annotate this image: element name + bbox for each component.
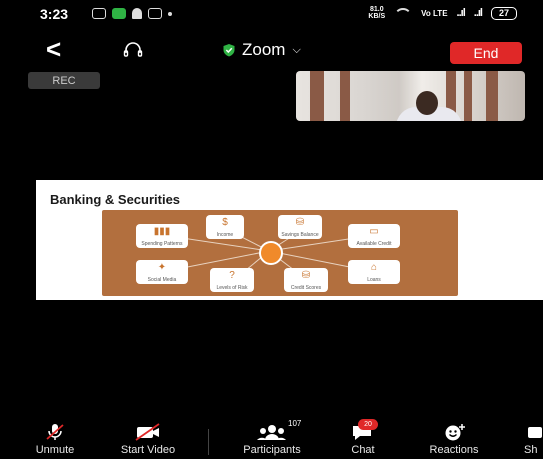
audio-headset-icon[interactable]	[123, 42, 143, 58]
status-bar: 3:23 81.0 KB/S Vo LTE ..ıl ..ıl 27	[0, 0, 543, 30]
node-credit-scores: ⛁ Credit Scores	[284, 268, 328, 292]
volte-icon: Vo LTE	[421, 8, 448, 18]
chat-unread-badge: 20	[358, 419, 378, 430]
curtain-stripe	[486, 71, 498, 121]
question-mark-icon: ?	[229, 270, 235, 281]
participants-count: 107	[288, 419, 302, 428]
node-label: Spending Patterns	[141, 241, 183, 247]
curtain-stripe	[340, 71, 350, 121]
chevron-down-icon: ⌵	[292, 43, 301, 56]
start-video-label: Start Video	[120, 444, 176, 456]
notification-icons	[92, 8, 172, 19]
video-camera-off-icon	[135, 423, 160, 441]
bar-chart-icon: ▮▮▮	[153, 226, 171, 237]
more-notifications-dot-icon	[168, 11, 172, 16]
unmute-label: Unmute	[35, 444, 75, 456]
node-label: Credit Scores	[290, 285, 322, 291]
wifi-icon	[394, 7, 413, 19]
meeting-toolbar: Unmute Start Video 107 Participants 20 C…	[0, 419, 543, 459]
curtain-stripe	[310, 71, 324, 121]
slide-diagram: ▮▮▮ Spending Patterns $ Income ⛁ Savings…	[102, 210, 458, 296]
reactions-smiley-icon	[445, 424, 465, 441]
reactions-label: Reactions	[429, 444, 479, 456]
reactions-button[interactable]: Reactions	[414, 423, 494, 459]
status-time: 3:23	[40, 6, 69, 22]
battery-level: 27	[498, 8, 509, 18]
coins-icon: ⛁	[295, 217, 305, 228]
twitter-bird-icon: ✦	[157, 262, 167, 273]
node-label: Available Credit	[356, 241, 392, 247]
system-indicators: 81.0 KB/S Vo LTE ..ıl ..ıl 27	[368, 6, 517, 20]
network-speed-unit: KB/S	[368, 13, 386, 20]
house-icon: ⌂	[370, 262, 378, 273]
meeting-top-bar: < Zoom ⌵ End	[0, 30, 543, 70]
bell-notification-icon	[132, 8, 142, 19]
back-icon[interactable]: <	[46, 36, 61, 62]
shield-check-icon	[223, 44, 235, 57]
slide-title: Banking & Securities	[50, 192, 181, 207]
share-screen-icon	[528, 427, 542, 438]
network-speed: 81.0 KB/S	[368, 6, 385, 20]
participants-button[interactable]: 107 Participants	[226, 419, 318, 459]
signal-icon-2: ..ıl	[473, 7, 483, 19]
participant-video-thumbnail[interactable]	[296, 71, 525, 121]
node-label: Loans	[367, 277, 381, 283]
node-label: Levels of Risk	[216, 285, 248, 291]
coins-icon-2: ⛁	[301, 270, 311, 281]
unmute-button[interactable]: Unmute	[24, 423, 86, 459]
meeting-title-dropdown[interactable]: Zoom ⌵	[222, 40, 301, 60]
end-meeting-button[interactable]: End	[450, 42, 522, 64]
instagram-notification-icon-2	[148, 8, 162, 19]
node-label: Income	[216, 232, 234, 238]
microphone-muted-icon	[46, 424, 64, 440]
shared-screen-slide[interactable]: Banking & Securities ▮▮▮ Spending Patter…	[36, 180, 543, 300]
participants-label: Participants	[243, 444, 301, 456]
node-available-credit: ▭ Available Credit	[348, 224, 400, 248]
node-social-media: ✦ Social Media	[136, 260, 188, 284]
app-notification-icon	[112, 8, 126, 19]
instagram-notification-icon	[92, 8, 106, 19]
person-hub-icon	[259, 241, 283, 265]
node-savings-balance: ⛁ Savings Balance	[278, 215, 322, 239]
node-label: Savings Balance	[281, 232, 319, 238]
node-label: Social Media	[147, 277, 177, 283]
toolbar-divider	[208, 429, 209, 455]
share-label: Sh	[524, 444, 538, 456]
battery-icon: 27	[491, 6, 517, 20]
curtain-stripe	[464, 71, 472, 121]
start-video-button[interactable]: Start Video	[105, 423, 191, 459]
share-button[interactable]: Sh	[524, 423, 543, 459]
dollar-icon: $	[222, 217, 228, 228]
node-spending-patterns: ▮▮▮ Spending Patterns	[136, 224, 188, 248]
chat-label: Chat	[351, 444, 375, 456]
person-head	[416, 91, 438, 115]
signal-icon: ..ıl	[456, 7, 466, 19]
node-levels-of-risk: ? Levels of Risk	[210, 268, 254, 292]
participants-icon	[257, 425, 286, 440]
chat-button[interactable]: 20 Chat	[340, 419, 386, 459]
meeting-title: Zoom	[242, 40, 286, 59]
node-income: $ Income	[206, 215, 244, 239]
credit-card-icon: ▭	[369, 226, 379, 237]
node-loans: ⌂ Loans	[348, 260, 400, 284]
network-speed-value: 81.0	[369, 6, 384, 13]
recording-badge: REC	[28, 72, 100, 89]
